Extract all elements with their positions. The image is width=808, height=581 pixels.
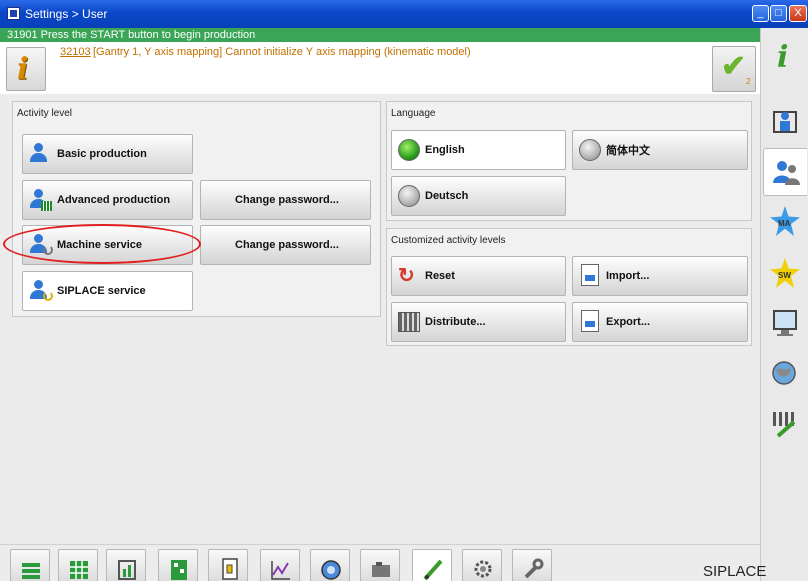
maximize-button[interactable]: □ xyxy=(770,5,787,22)
radio-off-icon xyxy=(579,139,601,161)
sidebar-machine-button[interactable] xyxy=(763,98,807,146)
reset-button[interactable]: ↻ Reset xyxy=(391,256,566,296)
info-button[interactable]: i xyxy=(6,47,46,91)
siplace-service-label: SIPLACE service xyxy=(57,285,146,297)
export-label: Export... xyxy=(606,316,651,328)
camera-icon xyxy=(372,562,390,577)
feeder-icon xyxy=(118,560,136,580)
stack-icon xyxy=(22,563,40,579)
bottom-toolbar xyxy=(0,544,760,581)
monitor-icon xyxy=(773,310,797,336)
advanced-production-button[interactable]: Advanced production xyxy=(22,180,193,220)
status-text: 31901 Press the START button to begin pr… xyxy=(7,29,256,41)
sidebar-user-button[interactable] xyxy=(763,148,807,196)
radio-off-icon xyxy=(398,185,420,207)
distribute-icon xyxy=(398,312,420,332)
highlight-ellipse xyxy=(3,224,201,264)
toolbar-grid-button[interactable] xyxy=(58,549,98,581)
distribute-label: Distribute... xyxy=(425,316,486,328)
custom-levels-title: Customized activity levels xyxy=(391,235,506,246)
globe-tool-icon xyxy=(772,361,796,385)
siplace-service-button[interactable]: SIPLACE service xyxy=(22,271,193,311)
acknowledge-button[interactable]: ✔ 2 xyxy=(712,46,756,92)
sidebar-tools-button[interactable] xyxy=(763,400,807,448)
status-bar: 31901 Press the START button to begin pr… xyxy=(0,28,760,42)
app-icon xyxy=(7,7,20,20)
import-file-icon xyxy=(581,264,599,286)
ma-label: MA xyxy=(778,219,791,228)
toolbar-board-button[interactable] xyxy=(158,549,198,581)
minimize-button[interactable]: _ xyxy=(752,5,769,22)
toolbar-wrench-button[interactable] xyxy=(512,549,552,581)
toolbar-service-button[interactable] xyxy=(412,549,452,581)
toolbar-camera-button[interactable] xyxy=(360,549,400,581)
title-bar: Settings > User _ □ X xyxy=(0,0,808,28)
brand-label: SIPLACE xyxy=(703,563,767,580)
toolbar-statistics-button[interactable] xyxy=(260,549,300,581)
sidebar-sw-button[interactable]: SW xyxy=(763,250,807,298)
english-label: English xyxy=(425,144,465,156)
change-password-label: Change password... xyxy=(235,194,339,206)
wrench-icon xyxy=(524,558,544,579)
sidebar-info-button[interactable]: i xyxy=(763,36,807,84)
toolbar-vision-button[interactable] xyxy=(310,549,350,581)
machine-user-icon xyxy=(773,111,797,133)
distribute-button[interactable]: Distribute... xyxy=(391,302,566,342)
toolbar-docs-button[interactable] xyxy=(208,549,248,581)
right-sidebar: i MA SW xyxy=(760,28,808,581)
message-code-link[interactable]: 32103 xyxy=(60,46,91,58)
basic-production-button[interactable]: Basic production xyxy=(22,134,193,174)
activity-level-title: Activity level xyxy=(17,108,73,119)
user-grid-icon xyxy=(29,189,52,211)
info-icon: i xyxy=(17,52,29,87)
sw-label: SW xyxy=(778,271,791,280)
wrench-pen-icon xyxy=(423,559,443,581)
export-button[interactable]: Export... xyxy=(572,302,748,342)
vision-icon xyxy=(321,560,341,580)
change-password-machine-button[interactable]: Change password... xyxy=(200,225,371,265)
toolbar-feeder-button[interactable] xyxy=(106,549,146,581)
reset-label: Reset xyxy=(425,270,455,282)
grid-icon xyxy=(70,561,88,579)
window-title: Settings > User xyxy=(25,7,108,21)
gear-icon xyxy=(474,560,492,578)
toolbar-stack-button[interactable] xyxy=(10,549,50,581)
tools-icon xyxy=(773,412,796,438)
documents-icon xyxy=(222,558,238,580)
change-password-advanced-button[interactable]: Change password... xyxy=(200,180,371,220)
deutsch-label: Deutsch xyxy=(425,190,469,202)
chart-icon xyxy=(271,561,290,580)
users-icon xyxy=(773,161,800,185)
import-label: Import... xyxy=(606,270,650,282)
advanced-production-label: Advanced production xyxy=(57,194,171,206)
language-title: Language xyxy=(391,108,436,119)
change-password-label: Change password... xyxy=(235,239,339,251)
language-deutsch-button[interactable]: Deutsch xyxy=(391,176,566,216)
import-button[interactable]: Import... xyxy=(572,256,748,296)
reset-icon: ↻ xyxy=(398,265,415,287)
language-chinese-button[interactable]: 简体中文 xyxy=(572,130,748,170)
close-button[interactable]: X xyxy=(789,5,807,22)
sidebar-ma-button[interactable]: MA xyxy=(763,198,807,246)
language-english-button[interactable]: English xyxy=(391,130,566,170)
user-service-icon xyxy=(29,280,53,302)
sidebar-monitor-button[interactable] xyxy=(763,300,807,348)
acknowledge-count: 2 xyxy=(746,77,751,86)
toolbar-settings-button[interactable] xyxy=(462,549,502,581)
sidebar-globe-button[interactable] xyxy=(763,350,807,398)
export-file-icon xyxy=(581,310,599,332)
info-icon: i xyxy=(777,40,789,75)
user-icon xyxy=(29,143,51,165)
chinese-label: 简体中文 xyxy=(606,144,650,157)
message-text: [Gantry 1, Y axis mapping] Cannot initia… xyxy=(93,46,471,58)
board-icon xyxy=(171,560,187,580)
basic-production-label: Basic production xyxy=(57,148,147,160)
radio-on-icon xyxy=(398,139,420,161)
checkmark-icon: ✔ xyxy=(721,50,747,83)
